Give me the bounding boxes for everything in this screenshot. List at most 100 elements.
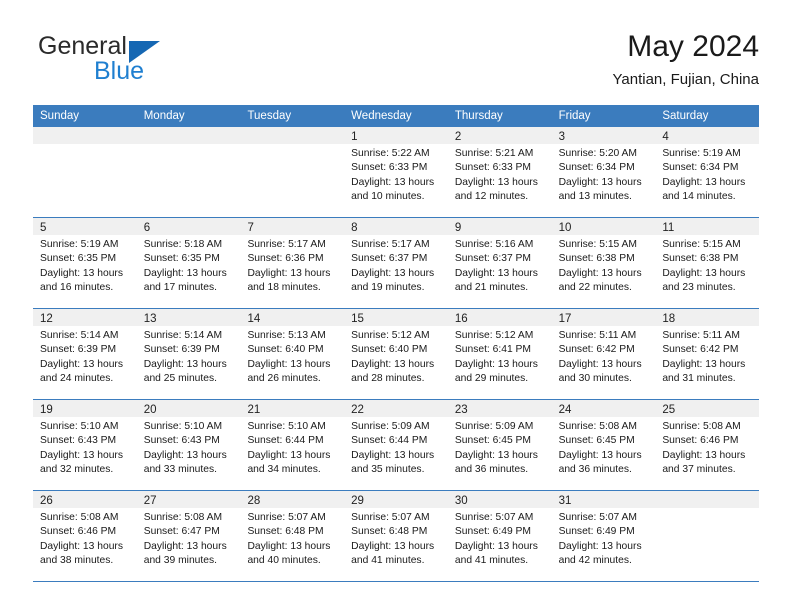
day-cell[interactable]: 20 Sunrise: 5:10 AM Sunset: 6:43 PM Dayligh… — [136, 400, 241, 490]
day-cell[interactable]: 11 Sunrise: 5:15 AM Sunset: 6:38 PM Dayligh… — [655, 218, 760, 308]
day-cell[interactable]: 21 Sunrise: 5:10 AM Sunset: 6:44 PM Dayligh… — [240, 400, 345, 490]
day-cell[interactable]: 17 Sunrise: 5:11 AM Sunset: 6:42 PM Dayligh… — [551, 309, 656, 399]
date-band: 27 — [136, 491, 241, 508]
date-band: 4 — [655, 127, 760, 144]
daylight-text-line1: Daylight: 13 hours — [40, 358, 123, 370]
daylight-text-line1: Daylight: 13 hours — [454, 449, 538, 461]
date-number: 1 — [351, 131, 358, 143]
day-cell-empty — [240, 127, 345, 217]
sunrise-text: Sunrise: 5:11 AM — [558, 330, 637, 341]
day-cell[interactable]: 3 Sunrise: 5:20 AM Sunset: 6:34 PM Daylight… — [551, 127, 656, 217]
daylight-text-line1: Daylight: 13 hours — [40, 540, 123, 552]
sunrise-text: Sunrise: 5:08 AM — [558, 421, 638, 432]
day-cell-empty — [655, 491, 760, 581]
day-cell[interactable]: 4 Sunrise: 5:19 AM Sunset: 6:34 PM Daylight… — [655, 127, 760, 217]
day-details: Sunrise: 5:22 AM Sunset: 6:33 PM Daylight:… — [344, 144, 448, 216]
day-cell[interactable]: 28 Sunrise: 5:07 AM Sunset: 6:48 PM Dayligh… — [240, 491, 345, 581]
day-cell[interactable]: 6 Sunrise: 5:18 AM Sunset: 6:35 PM Daylight… — [136, 218, 241, 308]
date-number: 10 — [558, 222, 572, 234]
date-band: 21 — [240, 400, 345, 417]
day-cell[interactable]: 13 Sunrise: 5:14 AM Sunset: 6:39 PM Dayligh… — [136, 309, 241, 399]
sunset-text: Sunset: 6:43 PM — [40, 435, 117, 447]
date-number: 31 — [558, 495, 572, 507]
page-header: General Blue May 2024 Yantian, Fujian, C… — [33, 28, 759, 100]
sunrise-text: Sunrise: 5:09 AM — [454, 421, 534, 432]
daylight-text-line1: Daylight: 13 hours — [662, 358, 746, 370]
day-cell[interactable]: 9 Sunrise: 5:16 AM Sunset: 6:37 PM Daylight… — [447, 218, 552, 308]
sunrise-text: Sunrise: 5:09 AM — [351, 421, 430, 432]
daylight-text-line2: and 34 minutes. — [247, 463, 321, 475]
weekday-header-sunday: Sunday — [40, 110, 80, 122]
day-cell[interactable]: 18 Sunrise: 5:11 AM Sunset: 6:42 PM Dayligh… — [655, 309, 760, 399]
daylight-text-line2: and 14 minutes. — [662, 190, 736, 202]
day-cell[interactable]: 7 Sunrise: 5:17 AM Sunset: 6:36 PM Daylight… — [240, 218, 345, 308]
calendar-week-row: 5 Sunrise: 5:19 AM Sunset: 6:35 PM Daylight… — [33, 217, 760, 308]
day-cell[interactable]: 5 Sunrise: 5:19 AM Sunset: 6:35 PM Daylight… — [33, 218, 137, 308]
day-cell[interactable]: 1 Sunrise: 5:22 AM Sunset: 6:33 PM Daylight… — [344, 127, 448, 217]
daylight-text-line2: and 17 minutes. — [143, 281, 217, 293]
day-cell[interactable]: 31 Sunrise: 5:07 AM Sunset: 6:49 PM Dayligh… — [551, 491, 656, 581]
sunrise-text: Sunrise: 5:08 AM — [143, 512, 223, 523]
date-number: 9 — [454, 222, 462, 234]
day-details — [136, 144, 241, 216]
day-details: Sunrise: 5:20 AM Sunset: 6:34 PM Daylight:… — [551, 144, 656, 216]
date-number: 13 — [143, 313, 157, 325]
brand-logo[interactable]: General Blue — [33, 32, 253, 92]
day-details: Sunrise: 5:07 AM Sunset: 6:49 PM Daylight:… — [551, 508, 656, 580]
day-cell[interactable]: 14 Sunrise: 5:13 AM Sunset: 6:40 PM Dayligh… — [240, 309, 345, 399]
sunset-text: Sunset: 6:34 PM — [558, 162, 635, 174]
sunrise-text: Sunrise: 5:12 AM — [351, 330, 430, 341]
daylight-text-line2: and 41 minutes. — [351, 554, 425, 566]
brand-name-blue: Blue — [94, 57, 145, 85]
calendar-week-row: 19 Sunrise: 5:10 AM Sunset: 6:43 PM Dayligh… — [33, 399, 760, 490]
daylight-text-line2: and 39 minutes. — [143, 554, 217, 566]
date-number: 12 — [40, 313, 53, 325]
date-band: 30 — [447, 491, 552, 508]
date-number: 27 — [143, 495, 157, 507]
sunrise-text: Sunrise: 5:15 AM — [558, 239, 638, 250]
weekday-header-tuesday: Tuesday — [247, 110, 292, 122]
daylight-text-line1: Daylight: 13 hours — [558, 449, 642, 461]
day-cell[interactable]: 25 Sunrise: 5:08 AM Sunset: 6:46 PM Dayligh… — [655, 400, 760, 490]
daylight-text-line2: and 22 minutes. — [558, 281, 632, 293]
day-details: Sunrise: 5:09 AM Sunset: 6:44 PM Daylight:… — [344, 417, 448, 489]
day-cell[interactable]: 22 Sunrise: 5:09 AM Sunset: 6:44 PM Dayligh… — [344, 400, 448, 490]
day-details: Sunrise: 5:11 AM Sunset: 6:42 PM Daylight:… — [551, 326, 656, 398]
sunrise-text: Sunrise: 5:07 AM — [454, 512, 534, 523]
calendar-grid: Sunday Monday Tuesday Wednesday Thursday… — [33, 105, 760, 582]
sunset-text: Sunset: 6:49 PM — [454, 526, 532, 538]
date-number: 18 — [662, 313, 676, 325]
sunset-text: Sunset: 6:46 PM — [662, 435, 739, 447]
date-number: 19 — [40, 404, 53, 416]
day-cell[interactable]: 8 Sunrise: 5:17 AM Sunset: 6:37 PM Daylight… — [344, 218, 448, 308]
day-cell[interactable]: 15 Sunrise: 5:12 AM Sunset: 6:40 PM Dayligh… — [344, 309, 448, 399]
sunset-text: Sunset: 6:44 PM — [247, 435, 324, 447]
day-cell[interactable]: 12 Sunrise: 5:14 AM Sunset: 6:39 PM Dayligh… — [33, 309, 137, 399]
day-cell[interactable]: 10 Sunrise: 5:15 AM Sunset: 6:38 PM Dayligh… — [551, 218, 656, 308]
day-details: Sunrise: 5:17 AM Sunset: 6:37 PM Daylight:… — [344, 235, 448, 307]
date-band: 1 — [344, 127, 448, 144]
daylight-text-line1: Daylight: 13 hours — [558, 540, 642, 552]
daylight-text-line1: Daylight: 13 hours — [454, 358, 538, 370]
day-cell[interactable]: 23 Sunrise: 5:09 AM Sunset: 6:45 PM Dayligh… — [447, 400, 552, 490]
date-number: 5 — [40, 222, 47, 234]
sunset-text: Sunset: 6:45 PM — [558, 435, 635, 447]
day-cell[interactable]: 19 Sunrise: 5:10 AM Sunset: 6:43 PM Dayligh… — [33, 400, 137, 490]
day-cell[interactable]: 29 Sunrise: 5:07 AM Sunset: 6:48 PM Dayligh… — [344, 491, 448, 581]
daylight-text-line2: and 26 minutes. — [247, 372, 321, 384]
date-band: 26 — [33, 491, 137, 508]
day-cell[interactable]: 24 Sunrise: 5:08 AM Sunset: 6:45 PM Dayligh… — [551, 400, 656, 490]
day-cell[interactable]: 2 Sunrise: 5:21 AM Sunset: 6:33 PM Daylight… — [447, 127, 552, 217]
weekday-header-wednesday: Wednesday — [351, 110, 412, 122]
daylight-text-line2: and 25 minutes. — [143, 372, 217, 384]
daylight-text-line2: and 21 minutes. — [454, 281, 529, 293]
date-number: 11 — [662, 222, 675, 234]
date-band: 22 — [344, 400, 448, 417]
day-cell[interactable]: 16 Sunrise: 5:12 AM Sunset: 6:41 PM Dayligh… — [447, 309, 552, 399]
sunrise-text: Sunrise: 5:10 AM — [40, 421, 119, 432]
day-cell[interactable]: 27 Sunrise: 5:08 AM Sunset: 6:47 PM Dayligh… — [136, 491, 241, 581]
date-band: 20 — [136, 400, 241, 417]
day-cell[interactable]: 26 Sunrise: 5:08 AM Sunset: 6:46 PM Dayligh… — [33, 491, 137, 581]
day-cell[interactable]: 30 Sunrise: 5:07 AM Sunset: 6:49 PM Dayligh… — [447, 491, 552, 581]
sunset-text: Sunset: 6:38 PM — [662, 253, 739, 265]
